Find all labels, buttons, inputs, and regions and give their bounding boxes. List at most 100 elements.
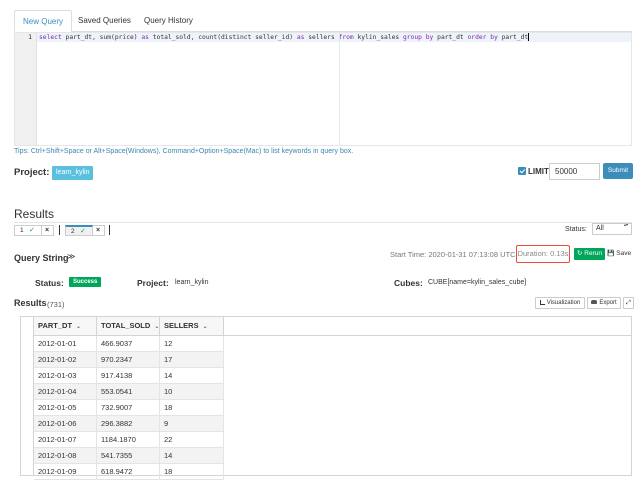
- duration-highlight: Duration: 0.13s: [516, 245, 570, 263]
- column-header-label: PART_DT: [38, 321, 73, 330]
- limit-label: LIMIT: [528, 167, 549, 176]
- table-cell: 541.7355: [97, 448, 160, 463]
- submit-button[interactable]: Submit: [603, 163, 633, 179]
- result-tab-number: 2: [71, 228, 75, 235]
- table-cell: 2012-01-01: [34, 336, 97, 351]
- column-header-label: TOTAL_SOLD: [101, 321, 151, 330]
- visualization-button[interactable]: Visualization: [535, 297, 585, 309]
- header-filler: [224, 317, 631, 336]
- sort-icon[interactable]: ⌄: [154, 324, 159, 330]
- close-icon: ×: [96, 227, 101, 234]
- results-table-label: Results: [14, 298, 47, 308]
- sql-keyword: select: [39, 34, 62, 41]
- sql-token: total_sold, count(distinct seller_id): [148, 34, 297, 41]
- column-header-total-sold[interactable]: TOTAL_SOLD ⌄: [97, 317, 160, 336]
- refresh-icon: ↻: [577, 250, 583, 257]
- tab-new-query[interactable]: New Query: [14, 10, 73, 32]
- table-cell: 14: [160, 448, 224, 463]
- limit-input[interactable]: [549, 163, 600, 180]
- status-filter-select[interactable]: All: [592, 222, 632, 235]
- visualization-label: Visualization: [546, 300, 581, 306]
- check-icon: ✓: [80, 228, 86, 235]
- editor-gutter: 1: [15, 33, 37, 145]
- save-button[interactable]: 💾 Save: [607, 248, 631, 260]
- table-row[interactable]: 2012-01-09 618.9472 18: [34, 464, 224, 480]
- table-cell: 2012-01-05: [34, 400, 97, 415]
- project-badge[interactable]: learn_kylin: [52, 166, 94, 180]
- fullscreen-button[interactable]: ⤢: [623, 297, 634, 309]
- sql-keyword: as: [141, 34, 149, 41]
- table-row[interactable]: 2012-01-06 296.3882 9: [34, 416, 224, 432]
- table-row[interactable]: 2012-01-01 466.9037 12: [34, 336, 224, 352]
- table-cell: 466.9037: [97, 336, 160, 351]
- query-tabs: New Query Saved Queries Query History: [14, 10, 632, 32]
- rerun-button[interactable]: ↻ Rerun: [574, 248, 605, 260]
- table-cell: 2012-01-02: [34, 352, 97, 367]
- column-header-sellers[interactable]: SELLERS ⌄: [160, 317, 224, 336]
- table-cell: 732.9007: [97, 400, 160, 415]
- sql-keyword: order by: [467, 34, 498, 41]
- tab-separator: [59, 225, 60, 235]
- cloud-download-icon: [591, 300, 598, 305]
- cubes-value: CUBE[name=kylin_sales_cube]: [428, 279, 527, 286]
- tab-saved-queries[interactable]: Saved Queries: [70, 10, 139, 32]
- chevron-down-icon[interactable]: ≫: [67, 252, 75, 261]
- close-result-tab-2-button[interactable]: ×: [93, 225, 105, 236]
- sql-text[interactable]: select part_dt, sum(price) as total_sold…: [39, 33, 530, 42]
- row-selector-column: [21, 317, 34, 475]
- table-cell: 17: [160, 352, 224, 367]
- table-cell: 917.4138: [97, 368, 160, 383]
- table-cell: 14: [160, 368, 224, 383]
- sql-keyword: group by: [403, 34, 434, 41]
- table-cell: 618.9472: [97, 464, 160, 479]
- table-row[interactable]: 2012-01-07 1184.1870 22: [34, 432, 224, 448]
- table-cell: 553.0541: [97, 384, 160, 399]
- table-cell: 970.2347: [97, 352, 160, 367]
- check-icon: ✓: [29, 227, 35, 234]
- print-margin: [339, 33, 340, 145]
- export-button[interactable]: Export: [587, 297, 621, 309]
- limit-checkbox[interactable]: [518, 167, 526, 175]
- table-row[interactable]: 2012-01-03 917.4138 14: [34, 368, 224, 384]
- table-cell: 2012-01-09: [34, 464, 97, 479]
- result-tab-1[interactable]: 1 ✓: [14, 225, 42, 236]
- start-time: Start Time: 2020-01-31 07:13:08 UTC: [390, 250, 516, 259]
- text-cursor: [528, 33, 530, 41]
- table-cell: 296.3882: [97, 416, 160, 431]
- sql-editor[interactable]: 1 select part_dt, sum(price) as total_so…: [14, 32, 632, 146]
- sql-keyword: from: [338, 34, 354, 41]
- sort-icon[interactable]: ⌄: [76, 324, 81, 330]
- table-row[interactable]: 2012-01-08 541.7355 14: [34, 448, 224, 464]
- close-result-tab-1-button[interactable]: ×: [42, 225, 54, 236]
- table-row[interactable]: 2012-01-05 732.9007 18: [34, 400, 224, 416]
- table-cell: 2012-01-04: [34, 384, 97, 399]
- table-cell: 2012-01-06: [34, 416, 97, 431]
- table-row[interactable]: 2012-01-04 553.0541 10: [34, 384, 224, 400]
- column-header-part-dt[interactable]: PART_DT ⌄: [34, 317, 97, 336]
- cubes-label: Cubes:: [394, 278, 423, 288]
- column-header-label: SELLERS: [164, 321, 199, 330]
- close-icon: ×: [45, 227, 50, 234]
- project-label: Project:: [14, 167, 50, 178]
- result-tab-2[interactable]: 2 ✓: [65, 225, 93, 236]
- project-meta-label: Project:: [137, 278, 169, 288]
- project-meta-value: learn_kylin: [175, 279, 209, 286]
- sql-token: part_dt, sum(price): [61, 34, 142, 41]
- query-string-label[interactable]: Query String: [14, 253, 69, 263]
- table-cell: 2012-01-07: [34, 432, 97, 447]
- sort-icon[interactable]: ⌄: [203, 324, 208, 330]
- result-tab-number: 1: [20, 227, 24, 234]
- results-grid: PART_DT ⌄ TOTAL_SOLD ⌄ SELLERS ⌄ 2012-01-01…: [20, 316, 632, 480]
- table-cell: 2012-01-03: [34, 368, 97, 383]
- sql-token: kylin_sales: [353, 34, 404, 41]
- tab-query-history[interactable]: Query History: [136, 10, 201, 32]
- table-cell: 18: [160, 464, 224, 479]
- table-cell: 1184.1870: [97, 432, 160, 447]
- results-title: Results: [14, 207, 55, 221]
- table-cell: 22: [160, 432, 224, 447]
- table-row[interactable]: 2012-01-02 970.2347 17: [34, 352, 224, 368]
- status-label: Status:: [35, 278, 64, 288]
- export-label: Export: [599, 300, 617, 306]
- table-cell: 12: [160, 336, 224, 351]
- keyword-tips: Tips: Ctrl+Shift+Space or Alt+Space(Wind…: [14, 148, 354, 155]
